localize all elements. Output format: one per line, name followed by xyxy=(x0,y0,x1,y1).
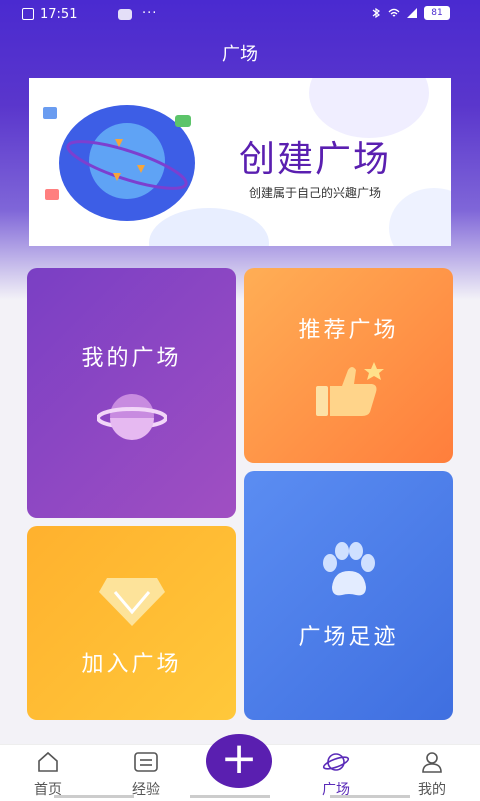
status-bar: 17:51 ··· 81 xyxy=(0,0,480,32)
diamond-icon xyxy=(99,578,165,626)
tab-experience[interactable]: 经验 xyxy=(106,751,186,799)
thumbs-up-icon xyxy=(316,362,384,416)
tab-home[interactable]: 首页 xyxy=(8,751,88,799)
list-icon xyxy=(134,752,158,772)
my-squares-label: 我的广场 xyxy=(81,346,182,371)
status-time: 17:51 xyxy=(40,7,78,22)
planet-icon xyxy=(97,394,167,440)
battery-icon: 81 xyxy=(424,6,450,20)
wifi-icon xyxy=(388,8,400,17)
join-square-label: 加入广场 xyxy=(81,652,182,677)
banner-decoration xyxy=(309,78,429,138)
recommended-squares-tile[interactable]: 推荐广场 xyxy=(244,268,453,463)
nav-indicator xyxy=(190,795,270,798)
banner-decoration xyxy=(389,188,451,246)
square-footprints-tile[interactable]: 广场足迹 xyxy=(244,471,453,720)
banner-subheading: 创建属于自己的兴趣广场 xyxy=(249,186,382,200)
banner-heading: 创建广场 xyxy=(239,139,392,180)
nav-indicator xyxy=(54,795,134,798)
join-square-tile[interactable]: 加入广场 xyxy=(27,526,236,720)
more-notifications-icon: ··· xyxy=(142,6,158,21)
create-square-banner[interactable]: 创建广场 创建属于自己的兴趣广场 xyxy=(29,78,451,246)
tab-square[interactable]: 广场 xyxy=(296,751,376,799)
square-footprints-label: 广场足迹 xyxy=(298,625,399,650)
planet-illustration-icon xyxy=(43,105,195,221)
my-squares-tile[interactable]: 我的广场 xyxy=(27,268,236,518)
user-icon xyxy=(422,752,442,773)
planet-icon xyxy=(322,753,350,771)
nav-indicator xyxy=(330,795,410,798)
message-icon xyxy=(118,9,132,20)
page-title: 广场 xyxy=(222,44,258,65)
tab-mine[interactable]: 我的 xyxy=(392,751,472,799)
signal-icon xyxy=(407,8,417,18)
sim-icon xyxy=(22,8,34,20)
paw-icon xyxy=(323,542,375,596)
home-icon xyxy=(38,751,58,772)
recommended-squares-label: 推荐广场 xyxy=(298,318,399,343)
add-button[interactable]: + xyxy=(206,734,272,788)
bluetooth-icon xyxy=(372,7,381,19)
